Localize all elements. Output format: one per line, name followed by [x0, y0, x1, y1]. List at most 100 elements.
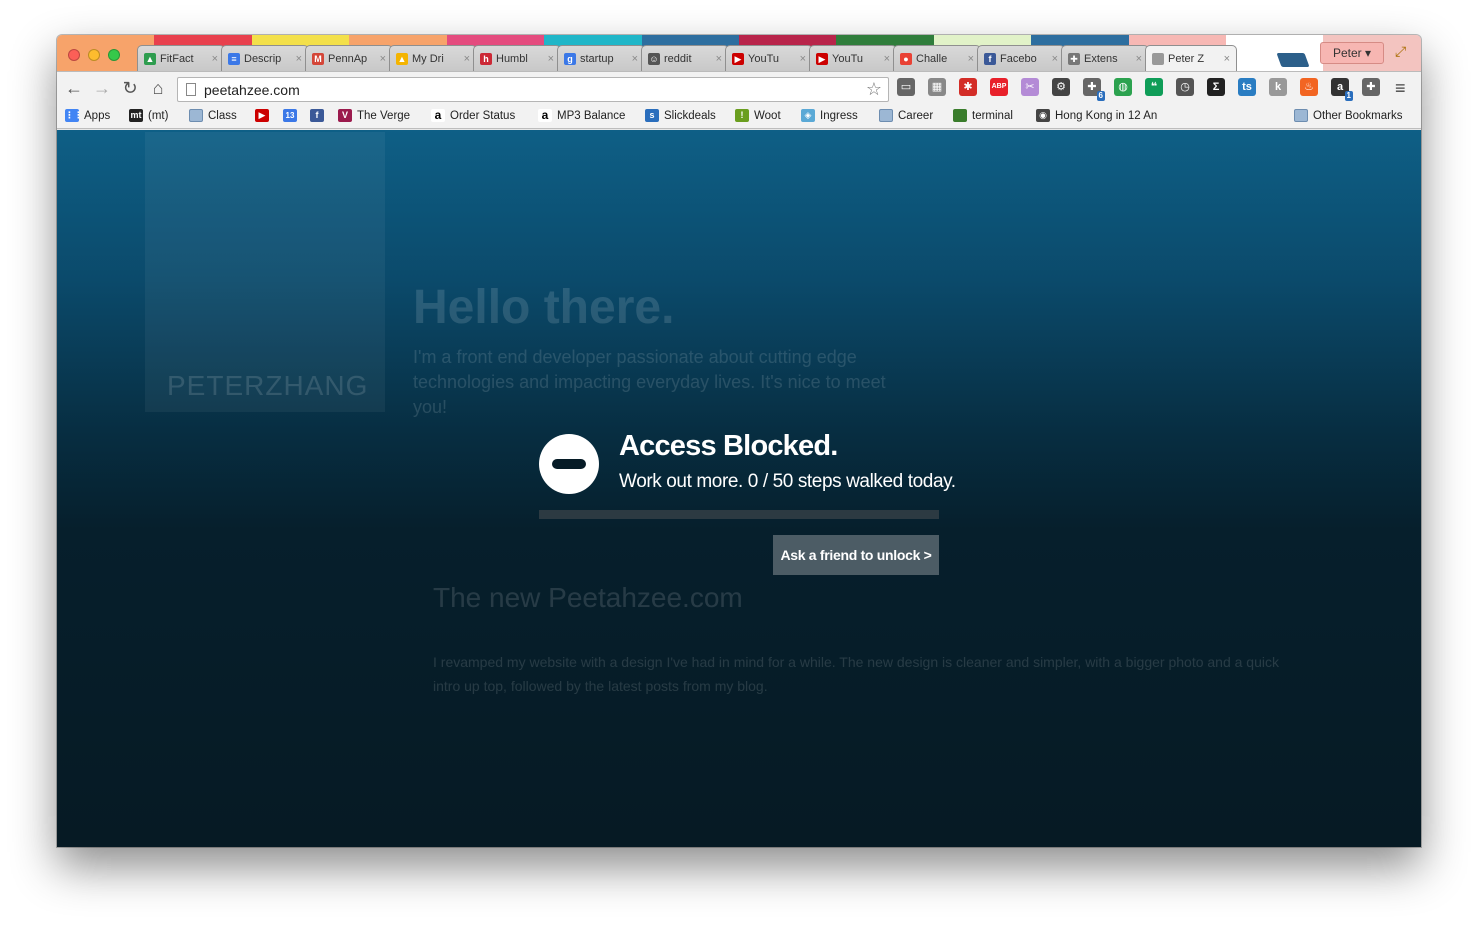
tab-label: YouTu	[748, 52, 779, 65]
tab-8[interactable]: ▶ YouTu ×	[809, 45, 897, 71]
bookmark-label: Order Status	[450, 109, 516, 122]
close-tab-icon[interactable]: ×	[212, 53, 218, 65]
new-tab-button[interactable]	[1276, 53, 1310, 67]
bookmark-9[interactable]: s Slickdeals	[645, 109, 716, 122]
tab-list: ▲ FitFact × ≡ Descrip × M PennAp × ▲ My Dri × h Humbl…	[137, 45, 1237, 71]
extension-badge: 1	[1344, 91, 1353, 101]
folder-icon	[189, 109, 203, 122]
bookmark-label: terminal	[972, 109, 1013, 122]
browser-window: ▲ FitFact × ≡ Descrip × M PennAp × ▲ My Dri × h Humbl…	[57, 35, 1421, 847]
close-tab-icon[interactable]: ×	[380, 53, 386, 65]
sigma-icon[interactable]: Σ	[1207, 78, 1225, 96]
bookmark-6[interactable]: V The Verge	[338, 109, 410, 122]
camera-icon: ◉	[1036, 109, 1050, 122]
bookmark-0[interactable]: ⋮⋮ Apps	[65, 109, 110, 122]
bookmark-4[interactable]: 13	[283, 109, 302, 122]
close-tab-icon[interactable]: ×	[632, 53, 638, 65]
bookmark-8[interactable]: a MP3 Balance	[538, 109, 625, 122]
bookmark-14[interactable]: ◉ Hong Kong in 12 An	[1036, 109, 1157, 122]
bookmark-label: Apps	[84, 109, 111, 122]
youtube-icon: ▶	[816, 52, 828, 65]
fullscreen-icon[interactable]: ⤢	[1395, 43, 1406, 60]
settings-icon[interactable]: ⚙	[1052, 78, 1070, 96]
tab-3[interactable]: ▲ My Dri ×	[389, 45, 477, 71]
ask-friend-unlock-button[interactable]: Ask a friend to unlock >	[773, 535, 939, 575]
close-tab-icon[interactable]: ×	[1136, 53, 1142, 65]
bookmark-7[interactable]: a Order Status	[431, 109, 515, 122]
zoom-window-button[interactable]	[108, 49, 120, 61]
bookmark-label: Class	[208, 109, 237, 122]
tab-4[interactable]: h Humbl ×	[473, 45, 561, 71]
k-icon[interactable]: k	[1269, 78, 1287, 96]
page-icon	[186, 83, 196, 96]
tab-label: Peter Z	[1168, 52, 1205, 65]
background-brand: PETERZHANG	[167, 370, 369, 401]
bookmark-label: MP3 Balance	[557, 109, 626, 122]
close-tab-icon[interactable]: ×	[884, 53, 890, 65]
tab-1[interactable]: ≡ Descrip ×	[221, 45, 309, 71]
bookmark-2[interactable]: Class	[189, 109, 237, 122]
bookmark-10[interactable]: ! Woot	[735, 109, 781, 122]
bookmark-1[interactable]: mt (mt)	[129, 109, 168, 122]
close-tab-icon[interactable]: ×	[1052, 53, 1058, 65]
fire-icon[interactable]: ♨	[1300, 78, 1318, 96]
tab-11[interactable]: ✚ Extens ×	[1061, 45, 1149, 71]
cast-icon[interactable]: ▭	[897, 78, 915, 96]
background-intro: I'm a front end developer passionate abo…	[413, 347, 886, 417]
tab-label: Humbl	[496, 52, 528, 65]
other-bookmarks-folder[interactable]: Other Bookmarks	[1294, 109, 1402, 122]
clock-icon[interactable]: ◷	[1176, 78, 1194, 96]
bookmark-label: The Verge	[357, 109, 411, 122]
lastpass-icon[interactable]: ✱	[959, 78, 977, 96]
minimize-window-button[interactable]	[88, 49, 100, 61]
url-text[interactable]: peetahzee.com	[204, 82, 300, 98]
bookmark-13[interactable]: terminal	[953, 109, 1013, 122]
close-tab-icon[interactable]: ×	[1224, 53, 1230, 65]
drive-icon: ▲	[396, 52, 408, 65]
page-icon	[1152, 52, 1164, 65]
puzzle-icon: ✚	[1068, 52, 1080, 65]
close-tab-icon[interactable]: ×	[464, 53, 470, 65]
bunny-icon[interactable]: ✂	[1021, 78, 1039, 96]
address-bar[interactable]: peetahzee.com ☆	[177, 77, 889, 102]
menu-icon[interactable]: ≡	[1395, 78, 1406, 99]
tab-5[interactable]: g startup ×	[557, 45, 645, 71]
close-tab-icon[interactable]: ×	[548, 53, 554, 65]
adblock-icon[interactable]: ABP	[990, 78, 1008, 96]
amazon-icon[interactable]: a1	[1331, 78, 1353, 101]
extension-icon[interactable]: ✚	[1362, 78, 1380, 96]
close-window-button[interactable]	[68, 49, 80, 61]
home-button[interactable]: ⌂	[147, 78, 169, 99]
bookmark-star-icon[interactable]: ☆	[866, 79, 882, 100]
tab-10[interactable]: f Facebo ×	[977, 45, 1065, 71]
tab-12[interactable]: Peter Z ×	[1145, 45, 1237, 71]
tab-label: Challe	[916, 52, 948, 65]
tab-6[interactable]: ☺ reddit ×	[641, 45, 729, 71]
tab-7[interactable]: ▶ YouTu ×	[725, 45, 813, 71]
bookmark-11[interactable]: ◈ Ingress	[801, 109, 858, 122]
reload-button[interactable]: ↻	[119, 78, 141, 99]
tab-2[interactable]: M PennAp ×	[305, 45, 393, 71]
tab-label: YouTu	[832, 52, 863, 65]
tab-0[interactable]: ▲ FitFact ×	[137, 45, 225, 71]
profile-button[interactable]: Peter ▾	[1320, 42, 1384, 64]
close-tab-icon[interactable]: ×	[800, 53, 806, 65]
forward-button[interactable]: →	[91, 78, 113, 99]
drive-icon: ▲	[144, 52, 156, 65]
terminal-icon	[953, 109, 967, 122]
screen-icon[interactable]: ▦	[928, 78, 946, 96]
close-tab-icon[interactable]: ×	[968, 53, 974, 65]
close-tab-icon[interactable]: ×	[296, 53, 302, 65]
puzzle-icon[interactable]: ✚ 6	[1083, 78, 1105, 101]
back-button[interactable]: ←	[63, 78, 85, 99]
bookmark-3[interactable]: ▶	[255, 109, 274, 122]
ingress-icon[interactable]: ◍	[1114, 78, 1132, 96]
tab-9[interactable]: ● Challe ×	[893, 45, 981, 71]
ts-icon[interactable]: ts	[1238, 78, 1256, 96]
hangouts-icon[interactable]: ❝	[1145, 78, 1163, 96]
docs-icon: ≡	[228, 52, 240, 65]
close-tab-icon[interactable]: ×	[716, 53, 722, 65]
bookmark-12[interactable]: Career	[879, 109, 933, 122]
bookmark-5[interactable]: f	[310, 109, 329, 122]
tab-label: FitFact	[160, 52, 194, 65]
